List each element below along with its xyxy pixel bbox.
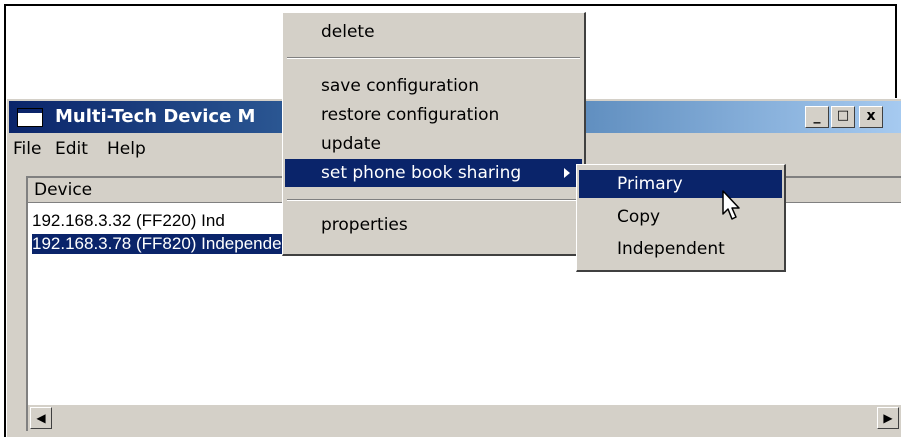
menu-item-properties[interactable]: properties xyxy=(285,211,582,239)
maximize-button[interactable]: □ xyxy=(831,106,855,128)
menu-item-save-configuration[interactable]: save configuration xyxy=(285,72,582,100)
arrow-cursor-icon xyxy=(722,190,740,220)
menu-item-label: set phone book sharing xyxy=(321,163,522,183)
phone-book-sharing-submenu: Primary Copy Independent xyxy=(576,164,786,272)
menu-edit[interactable]: Edit xyxy=(55,139,88,159)
column-header-device[interactable]: Device xyxy=(28,178,288,202)
menu-help[interactable]: Help xyxy=(107,139,146,159)
close-button[interactable]: x xyxy=(859,106,883,128)
submenu-item-copy[interactable]: Copy xyxy=(579,203,782,231)
minimize-button[interactable]: _ xyxy=(805,106,829,128)
menu-item-delete[interactable]: delete xyxy=(285,18,582,46)
menu-item-update[interactable]: update xyxy=(285,130,582,158)
context-menu: delete save configuration restore config… xyxy=(282,12,586,256)
scroll-right-button[interactable]: ▶ xyxy=(877,407,899,429)
menu-separator xyxy=(287,57,580,59)
submenu-item-primary[interactable]: Primary xyxy=(579,170,782,198)
menu-item-set-phone-book-sharing[interactable]: set phone book sharing xyxy=(285,159,582,187)
window-icon xyxy=(17,108,43,127)
menu-separator xyxy=(287,199,580,201)
submenu-item-independent[interactable]: Independent xyxy=(579,235,782,263)
window-title: Multi-Tech Device M xyxy=(55,106,256,127)
horizontal-scrollbar[interactable]: ◀ ▶ xyxy=(28,405,901,431)
menu-item-restore-configuration[interactable]: restore configuration xyxy=(285,101,582,129)
scroll-left-button[interactable]: ◀ xyxy=(30,407,52,429)
list-row-device-1[interactable]: 192.168.3.32 (FF220) Ind xyxy=(32,211,225,231)
submenu-arrow-icon xyxy=(564,168,570,178)
menu-file[interactable]: File xyxy=(13,139,41,159)
list-row-device-2[interactable]: 192.168.3.78 (FF820) Independent xyxy=(31,233,297,255)
